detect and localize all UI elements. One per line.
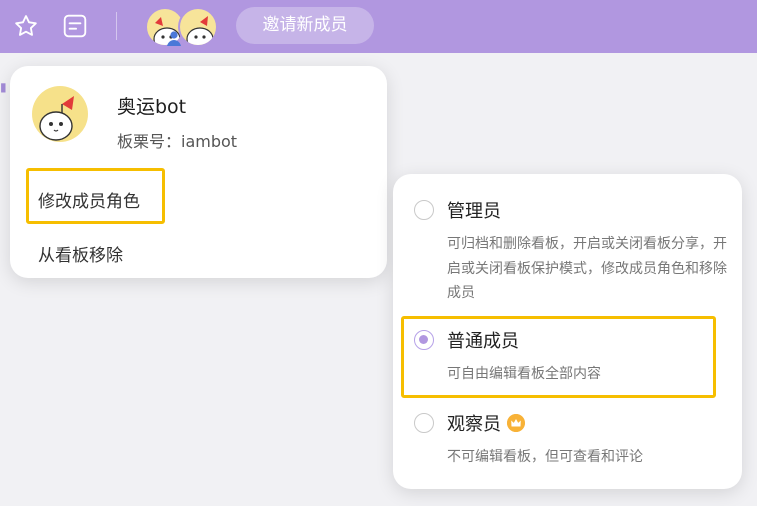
- change-role-item[interactable]: 修改成员角色: [38, 187, 140, 212]
- star-icon[interactable]: [13, 13, 39, 39]
- member-board-id: 板栗号：iambot: [117, 132, 238, 151]
- list-icon[interactable]: [62, 13, 88, 39]
- user-icon: [167, 31, 181, 46]
- role-option-observer[interactable]: 观察员 不可编辑看板，但可查看和评论: [393, 408, 742, 474]
- member-avatars[interactable]: [145, 7, 220, 49]
- role-description: 不可编辑看板，但可查看和评论: [447, 449, 643, 465]
- remove-member-item[interactable]: 从看板移除: [38, 241, 123, 266]
- radio-button[interactable]: [414, 330, 434, 350]
- role-name: 普通成员: [447, 331, 519, 352]
- radio-button[interactable]: [414, 413, 434, 433]
- role-name: 观察员: [447, 414, 501, 435]
- member-avatar: [32, 86, 88, 142]
- role-option-member[interactable]: 普通成员 可自由编辑看板全部内容: [393, 324, 742, 390]
- role-name: 管理员: [447, 201, 501, 222]
- role-selector-panel: 管理员 可归档和删除看板，开启或关闭看板分享，开启或关闭看板保护模式，修改成员角…: [393, 174, 742, 489]
- avatar[interactable]: [178, 7, 218, 47]
- edge-fragment: ▮: [0, 80, 7, 94]
- toolbar-divider: [116, 12, 117, 40]
- role-description: 可归档和删除看板，开启或关闭看板分享，开启或关闭看板保护模式，修改成员角色和移除…: [447, 236, 727, 301]
- member-name: 奥运bot: [117, 96, 187, 118]
- member-popover: 奥运bot 板栗号：iambot 修改成员角色 从看板移除: [10, 66, 387, 278]
- role-option-admin[interactable]: 管理员 可归档和删除看板，开启或关闭看板分享，开启或关闭看板保护模式，修改成员角…: [393, 194, 742, 306]
- role-description: 可自由编辑看板全部内容: [447, 366, 601, 382]
- crown-icon: [507, 414, 525, 432]
- invite-member-button[interactable]: 邀请新成员: [236, 7, 374, 44]
- radio-button[interactable]: [414, 200, 434, 220]
- top-bar: 邀请新成员: [0, 0, 757, 53]
